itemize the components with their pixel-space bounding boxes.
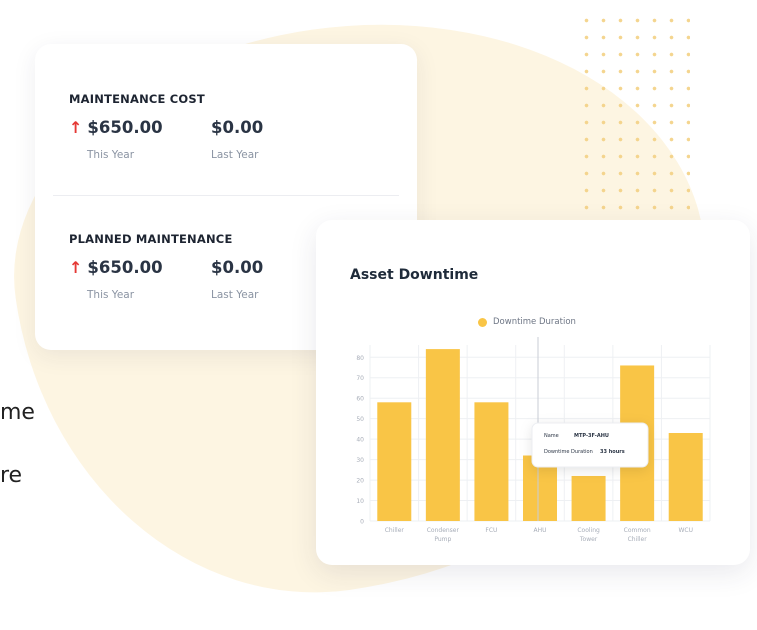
x-tick-label: Pump	[434, 536, 451, 543]
maintenance-cost-last-year-value: $0.00	[211, 118, 264, 137]
tooltip-duration-value: 33 hours	[600, 449, 625, 455]
downtime-bar-chart: 0 10 20 30 40 50 60 70 80 Chiller Condenser Pump FCU…	[356, 337, 711, 543]
bar-chiller	[377, 402, 412, 521]
y-tick-label: 0	[360, 519, 364, 526]
bar-wcu	[668, 433, 703, 521]
tooltip-box	[531, 422, 649, 468]
x-tick-label: Condenser	[427, 527, 460, 534]
bar-cooling-tower	[571, 475, 606, 521]
y-tick-label: 30	[356, 457, 364, 464]
maintenance-cost-this-year-value: $650.00	[87, 118, 163, 137]
y-tick-label: 20	[356, 478, 364, 485]
x-tick-label: AHU	[533, 527, 546, 534]
x-tick-label: Tower	[579, 536, 598, 543]
y-tick-label: 50	[356, 416, 364, 423]
bar-fcu	[474, 402, 509, 521]
y-tick-label: 80	[356, 355, 364, 362]
bar-condenser-pump	[425, 349, 460, 521]
x-tick-label: Chiller	[385, 527, 405, 534]
maintenance-cost-this-year-label: This Year	[87, 149, 135, 161]
maintenance-cost-last-year-label: Last Year	[211, 149, 259, 161]
planned-maintenance-this-year-value: $650.00	[87, 258, 163, 277]
x-tick-label: WCU	[678, 527, 693, 534]
tooltip-name-label: Name	[544, 433, 559, 439]
arrow-up-icon: ↑	[69, 118, 83, 137]
dot-pattern	[578, 12, 690, 222]
x-tick-label: Common	[624, 527, 651, 534]
y-tick-label: 10	[356, 498, 364, 505]
planned-maintenance-this-year-label: This Year	[87, 289, 135, 301]
x-tick-label: Chiller	[628, 536, 648, 543]
side-text-line-1: me	[0, 400, 35, 425]
arrow-up-icon: ↑	[69, 258, 83, 277]
tooltip-duration-label: Downtime Duration	[544, 449, 593, 455]
maintenance-cost-section: MAINTENANCE COST ↑ $650.00 This Year $0.…	[69, 92, 409, 161]
y-tick-label: 40	[356, 437, 364, 444]
maintenance-cost-title: MAINTENANCE COST	[69, 92, 205, 106]
y-tick-label: 60	[356, 396, 364, 403]
x-tick-label: Cooling	[577, 527, 600, 534]
section-divider	[53, 195, 399, 196]
y-tick-label: 70	[356, 375, 364, 382]
x-tick-label: FCU	[485, 527, 497, 534]
asset-downtime-card: Asset Downtime Downtime Duration 0 10 20 30…	[316, 220, 750, 565]
side-text-line-2: re	[0, 463, 23, 488]
tooltip-name-value: MTP-3F-AHU	[574, 433, 609, 439]
